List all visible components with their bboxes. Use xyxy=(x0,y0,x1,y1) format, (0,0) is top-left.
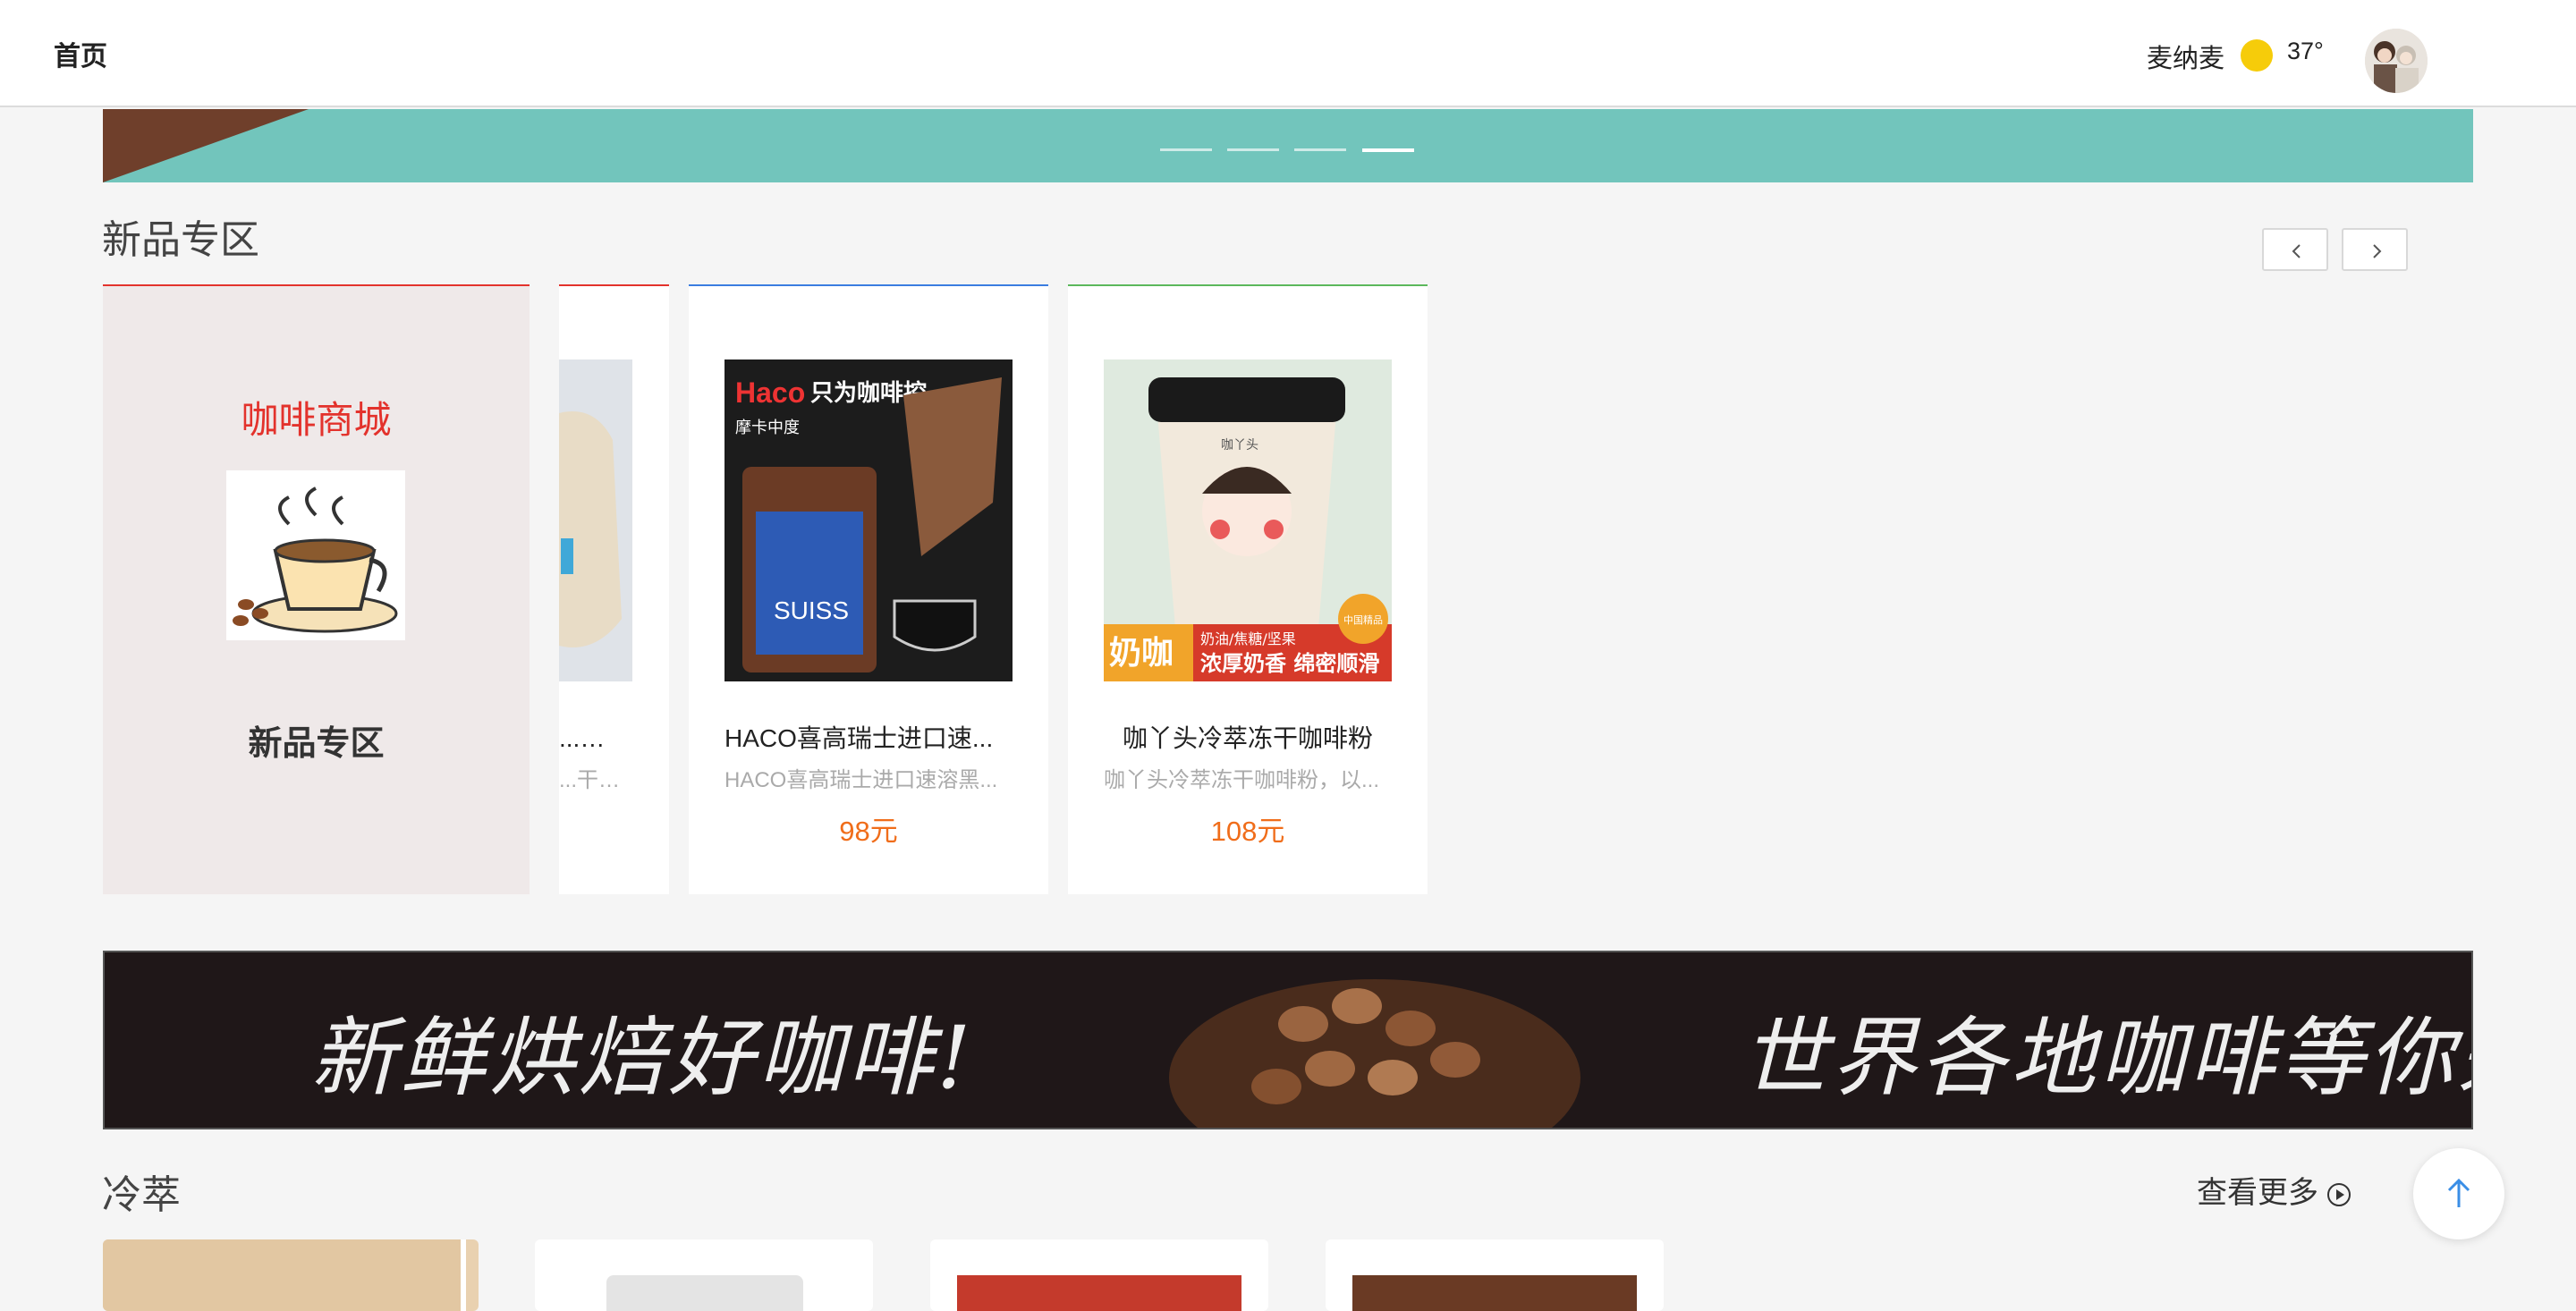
product-desc: ...干速... xyxy=(559,768,622,792)
view-more-link[interactable]: 查看更多 xyxy=(2197,1168,2351,1212)
play-circle-icon xyxy=(2327,1183,2351,1207)
prev-button[interactable] xyxy=(2262,228,2328,271)
top-header: 首页 麦纳麦 37° xyxy=(0,0,2576,107)
image-flavors-text: 奶油/焦糖/坚果 xyxy=(1200,630,1296,647)
product-name: 咖丫头冷萃冻干咖啡粉 xyxy=(1122,724,1373,752)
view-more-label: 查看更多 xyxy=(2197,1176,2318,1210)
next-button[interactable] xyxy=(2342,228,2408,271)
product-name: HACO喜高瑞士进口速... xyxy=(724,724,994,752)
nav-home-link[interactable]: 首页 xyxy=(54,34,107,73)
product-image xyxy=(559,359,632,681)
chevron-right-icon xyxy=(2373,244,2382,258)
promo-brand: 咖啡商城 xyxy=(241,399,392,441)
carousel-dot-2[interactable] xyxy=(1227,148,1279,151)
cold-product-card[interactable] xyxy=(930,1239,1268,1311)
image-tag-text: 奶咖 xyxy=(1109,635,1174,672)
section-title-new: 新品专区 xyxy=(102,218,259,262)
coffee-cup-illustration xyxy=(226,470,405,640)
cold-product-card[interactable] xyxy=(1326,1239,1664,1311)
sun-icon xyxy=(2241,39,2273,72)
cold-product-card[interactable] xyxy=(535,1239,873,1311)
image-slogan-text: 浓厚奶香 绵密顺滑 xyxy=(1200,651,1379,676)
banner-left-text: 新鲜烘焙好咖啡! xyxy=(310,1008,975,1108)
back-to-top-button[interactable] xyxy=(2413,1148,2504,1239)
carousel-dot-4[interactable] xyxy=(1362,148,1414,152)
image-brand-text: Haco xyxy=(735,376,805,409)
product-price: 98元 xyxy=(839,816,898,847)
user-name[interactable]: 麦纳麦 xyxy=(2147,38,2224,75)
product-image: Haco 只为咖啡控 摩卡中度 SUISS xyxy=(724,359,1013,681)
jar-label-text: SUISS xyxy=(774,596,849,624)
product-price: 108元 xyxy=(1210,816,1285,847)
carousel-dot-3[interactable] xyxy=(1294,148,1346,151)
product-card[interactable]: 咖丫头 奶咖 奶油/焦糖/坚果 浓厚奶香 绵密顺滑 中国精品 咖丫头冷萃冻干咖啡… xyxy=(1068,284,1428,894)
image-badge-text: 中国精品 xyxy=(1343,614,1383,626)
avatar[interactable] xyxy=(2365,29,2428,93)
carousel-dot-1[interactable] xyxy=(1160,148,1212,151)
product-card-partial[interactable]: ...冻... ...干速... xyxy=(559,284,669,894)
promo-label: 新品专区 xyxy=(248,725,385,763)
product-image: 咖丫头 奶咖 奶油/焦糖/坚果 浓厚奶香 绵密顺滑 中国精品 xyxy=(1104,359,1392,681)
section-title-cold: 冷萃 xyxy=(102,1173,181,1217)
cup-label-text: 咖丫头 xyxy=(1221,438,1258,453)
product-name: ...冻... xyxy=(559,724,622,752)
product-card[interactable]: Haco 只为咖啡控 摩卡中度 SUISS HACO喜高瑞士进口速... HAC… xyxy=(689,284,1048,894)
product-desc: HACO喜高瑞士进口速溶黑... xyxy=(724,768,998,792)
carousel-banner[interactable] xyxy=(103,109,2473,182)
promo-card[interactable]: 咖啡商城 新品专区 xyxy=(103,284,530,894)
fresh-roast-banner[interactable]: 新鲜烘焙好咖啡! 世界各地咖啡等你来品尝! xyxy=(103,951,2473,1129)
image-sub-text: 摩卡中度 xyxy=(735,419,800,437)
product-desc: 咖丫头冷萃冻干咖啡粉，以... xyxy=(1104,768,1380,792)
temperature: 37° xyxy=(2287,38,2324,64)
banner-decoration xyxy=(103,109,309,182)
chevron-left-icon xyxy=(2292,244,2301,258)
coffee-beans-image xyxy=(1169,979,1580,1128)
arrow-up-icon xyxy=(2447,1178,2470,1207)
cold-product-card[interactable] xyxy=(103,1239,479,1311)
banner-right-text: 世界各地咖啡等你来品尝! xyxy=(1741,1008,2471,1108)
